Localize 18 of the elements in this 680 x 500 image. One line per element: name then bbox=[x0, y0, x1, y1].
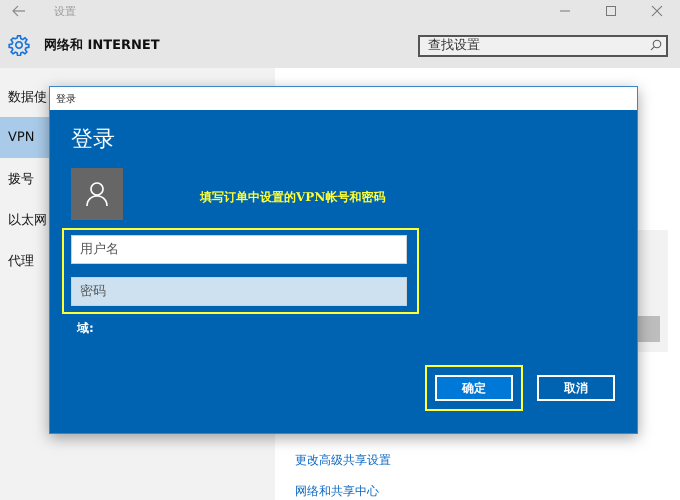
search-icon[interactable] bbox=[650, 39, 662, 51]
password-field[interactable]: 密码 bbox=[71, 277, 407, 306]
window-title: 设置 bbox=[54, 4, 76, 18]
settings-link[interactable]: 网络和共享中心 bbox=[295, 483, 668, 500]
ok-button[interactable]: 确定 bbox=[435, 375, 513, 401]
username-field[interactable]: 用户名 bbox=[71, 235, 407, 264]
back-icon[interactable] bbox=[12, 5, 26, 17]
settings-link[interactable]: 更改高级共享设置 bbox=[295, 452, 668, 469]
dialog-heading: 登录 bbox=[71, 126, 116, 154]
page-title: 网络和 INTERNET bbox=[44, 37, 160, 54]
gear-icon bbox=[8, 34, 30, 56]
user-icon bbox=[71, 168, 123, 220]
dialog-title: 登录 bbox=[50, 87, 637, 110]
search-field[interactable]: 查找设置 bbox=[418, 34, 668, 56]
domain-label: 域: bbox=[77, 320, 95, 337]
panel-button[interactable] bbox=[636, 316, 660, 342]
annotation-text: 填写订单中设置的VPN帐号和密码 bbox=[200, 188, 386, 206]
cancel-button[interactable]: 取消 bbox=[537, 375, 615, 401]
